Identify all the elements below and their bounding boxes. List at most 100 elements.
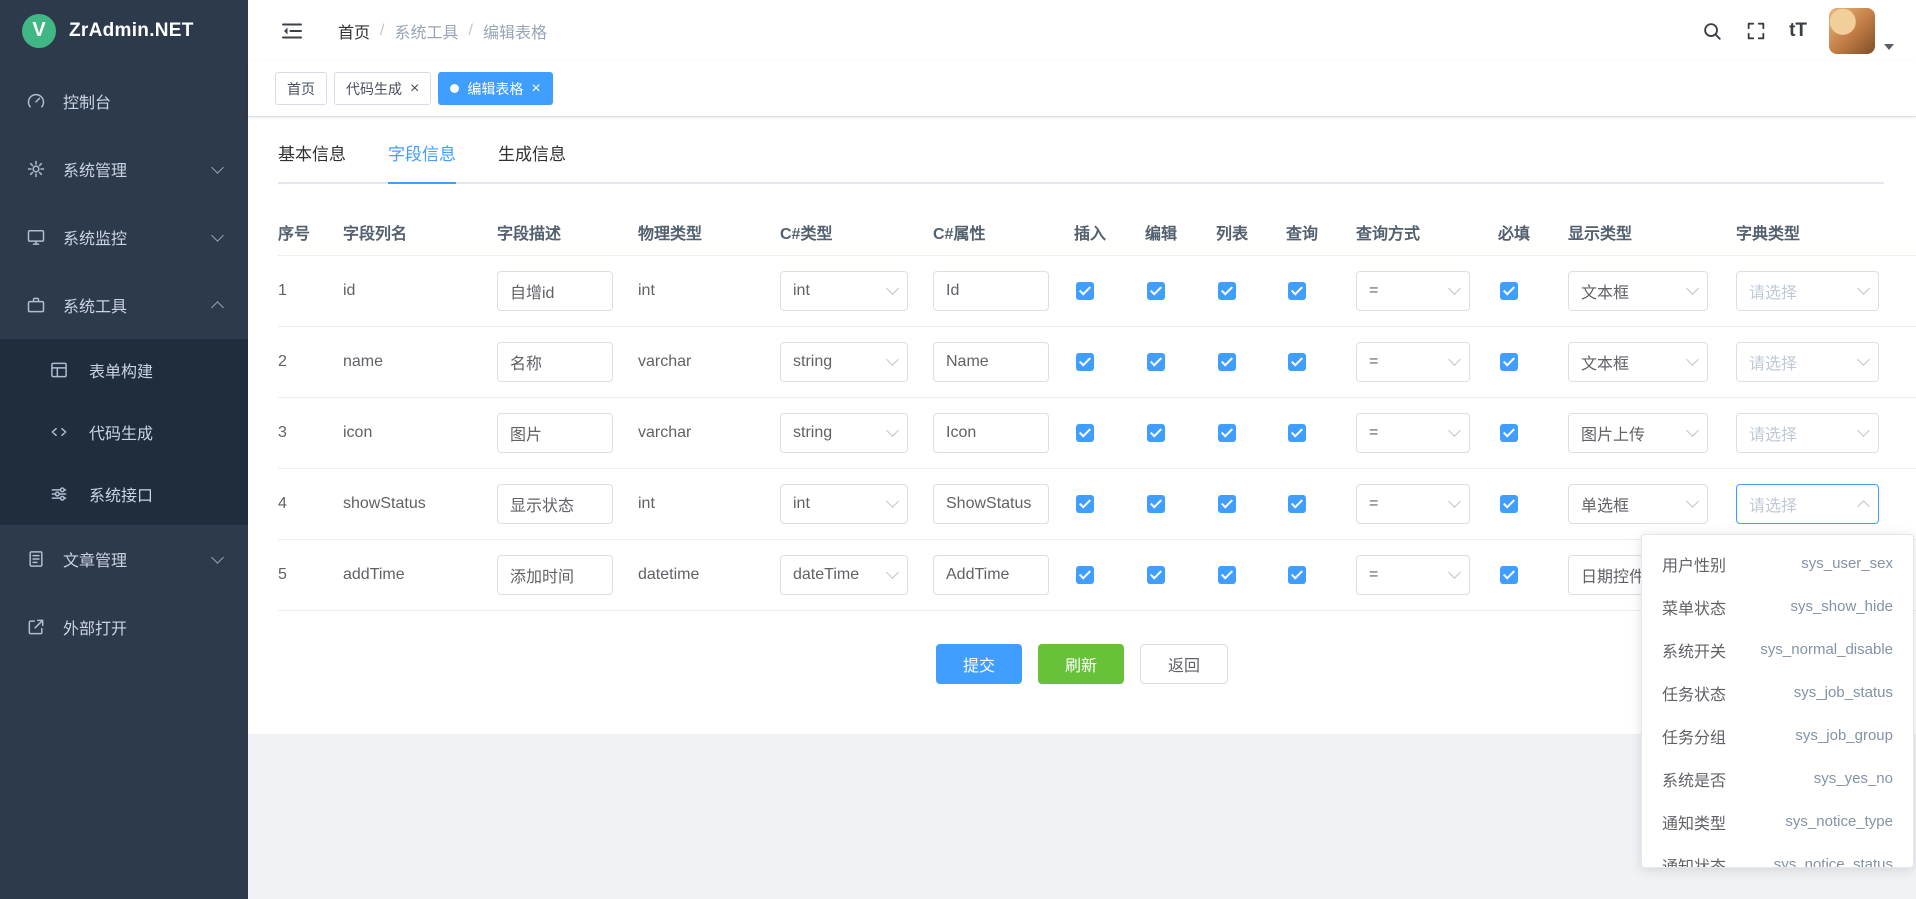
dict-type-select[interactable]: 请选择	[1736, 271, 1879, 311]
insert-checkbox[interactable]	[1076, 282, 1094, 300]
csharp-type-select[interactable]: string	[780, 413, 908, 453]
user-avatar[interactable]	[1829, 8, 1875, 54]
query-mode-select[interactable]: =	[1356, 413, 1470, 453]
sidebar-item-external-link[interactable]: 外部打开	[0, 593, 248, 661]
tag-edit-table[interactable]: 编辑表格 ×	[438, 72, 552, 105]
sidebar-item-system-admin[interactable]: 系统管理	[0, 135, 248, 203]
list-checkbox[interactable]	[1218, 282, 1236, 300]
query-checkbox[interactable]	[1288, 424, 1306, 442]
dict-type-select[interactable]: 请选择	[1736, 342, 1879, 382]
back-button[interactable]: 返回	[1140, 644, 1228, 684]
sidebar-item-console[interactable]: 控制台	[0, 67, 248, 135]
submit-button[interactable]: 提交	[936, 644, 1022, 684]
insert-checkbox[interactable]	[1076, 424, 1094, 442]
dict-option[interactable]: 系统开关 sys_normal_disable	[1642, 628, 1913, 671]
sidebar-item-code-generator[interactable]: 代码生成	[0, 401, 248, 463]
sidebar-item-form-builder[interactable]: 表单构建	[0, 339, 248, 401]
description-input[interactable]	[497, 484, 613, 524]
close-icon[interactable]: ×	[531, 81, 540, 97]
dict-type-select[interactable]: 请选择	[1736, 413, 1879, 453]
tab-basic-info[interactable]: 基本信息	[278, 140, 346, 182]
sidebar-item-system-tools[interactable]: 系统工具	[0, 271, 248, 339]
query-mode-select[interactable]: =	[1356, 484, 1470, 524]
csharp-property-input[interactable]	[933, 555, 1049, 595]
document-icon	[26, 549, 46, 569]
list-checkbox[interactable]	[1218, 495, 1236, 513]
dict-option[interactable]: 任务状态 sys_job_status	[1642, 671, 1913, 714]
select-value: string	[793, 353, 832, 371]
required-checkbox[interactable]	[1500, 566, 1518, 584]
dict-option[interactable]: 用户性别 sys_user_sex	[1642, 542, 1913, 585]
display-type-select[interactable]: 单选框	[1568, 484, 1708, 524]
csharp-property-input[interactable]	[933, 271, 1049, 311]
select-value: =	[1369, 495, 1378, 513]
user-menu[interactable]	[1829, 8, 1894, 54]
description-input[interactable]	[497, 271, 613, 311]
tag-home[interactable]: 首页	[275, 72, 327, 105]
edit-checkbox[interactable]	[1147, 282, 1165, 300]
sidebar-item-system-api[interactable]: 系统接口	[0, 463, 248, 525]
dict-type-select[interactable]: 请选择	[1736, 484, 1879, 524]
dict-option[interactable]: 菜单状态 sys_show_hide	[1642, 585, 1913, 628]
required-checkbox[interactable]	[1500, 424, 1518, 442]
row-index: 2	[278, 353, 287, 371]
dict-option[interactable]: 任务分组 sys_job_group	[1642, 714, 1913, 757]
list-checkbox[interactable]	[1218, 353, 1236, 371]
menu-fold-icon[interactable]	[280, 19, 304, 43]
tag-code-generator[interactable]: 代码生成 ×	[334, 72, 431, 105]
csharp-type-select[interactable]: int	[780, 484, 908, 524]
display-type-select[interactable]: 文本框	[1568, 271, 1708, 311]
sidebar-item-label: 控制台	[63, 89, 111, 113]
dict-option[interactable]: 系统是否 sys_yes_no	[1642, 757, 1913, 800]
edit-checkbox[interactable]	[1147, 424, 1165, 442]
dict-option[interactable]: 通知类型 sys_notice_type	[1642, 800, 1913, 843]
description-input[interactable]	[497, 342, 613, 382]
breadcrumb-system-tools[interactable]: 系统工具	[394, 19, 458, 43]
insert-checkbox[interactable]	[1076, 495, 1094, 513]
chevron-down-icon	[211, 551, 224, 564]
search-icon[interactable]	[1701, 20, 1723, 42]
sidebar-item-system-monitor[interactable]: 系统监控	[0, 203, 248, 271]
tab-generate-info[interactable]: 生成信息	[498, 140, 566, 182]
select-placeholder: 请选择	[1749, 279, 1797, 303]
fullscreen-icon[interactable]	[1745, 20, 1767, 42]
insert-checkbox[interactable]	[1076, 566, 1094, 584]
list-checkbox[interactable]	[1218, 566, 1236, 584]
csharp-type-select[interactable]: dateTime	[780, 555, 908, 595]
csharp-property-input[interactable]	[933, 342, 1049, 382]
query-checkbox[interactable]	[1288, 495, 1306, 513]
csharp-type-select[interactable]: int	[780, 271, 908, 311]
description-input[interactable]	[497, 413, 613, 453]
csharp-property-input[interactable]	[933, 484, 1049, 524]
refresh-button[interactable]: 刷新	[1038, 644, 1124, 684]
close-icon[interactable]: ×	[410, 81, 419, 97]
query-mode-select[interactable]: =	[1356, 555, 1470, 595]
dict-option[interactable]: 通知状态 sys_notice_status	[1642, 843, 1913, 868]
description-input[interactable]	[497, 555, 613, 595]
query-mode-select[interactable]: =	[1356, 342, 1470, 382]
edit-checkbox[interactable]	[1147, 495, 1165, 513]
font-size-icon[interactable]: tT	[1789, 21, 1807, 40]
insert-checkbox[interactable]	[1076, 353, 1094, 371]
required-checkbox[interactable]	[1500, 495, 1518, 513]
csharp-type-select[interactable]: string	[780, 342, 908, 382]
query-checkbox[interactable]	[1288, 353, 1306, 371]
select-value: 文本框	[1581, 279, 1629, 303]
display-type-select[interactable]: 文本框	[1568, 342, 1708, 382]
list-checkbox[interactable]	[1218, 424, 1236, 442]
csharp-property-input[interactable]	[933, 413, 1049, 453]
breadcrumb-home[interactable]: 首页	[338, 19, 370, 43]
dict-option-value: sys_job_group	[1795, 727, 1893, 744]
edit-checkbox[interactable]	[1147, 353, 1165, 371]
caret-down-icon	[1884, 44, 1894, 50]
required-checkbox[interactable]	[1500, 282, 1518, 300]
external-link-icon	[26, 617, 46, 637]
query-mode-select[interactable]: =	[1356, 271, 1470, 311]
query-checkbox[interactable]	[1288, 282, 1306, 300]
tab-field-info[interactable]: 字段信息	[388, 140, 456, 182]
display-type-select[interactable]: 图片上传	[1568, 413, 1708, 453]
sidebar-item-articles[interactable]: 文章管理	[0, 525, 248, 593]
required-checkbox[interactable]	[1500, 353, 1518, 371]
edit-checkbox[interactable]	[1147, 566, 1165, 584]
query-checkbox[interactable]	[1288, 566, 1306, 584]
